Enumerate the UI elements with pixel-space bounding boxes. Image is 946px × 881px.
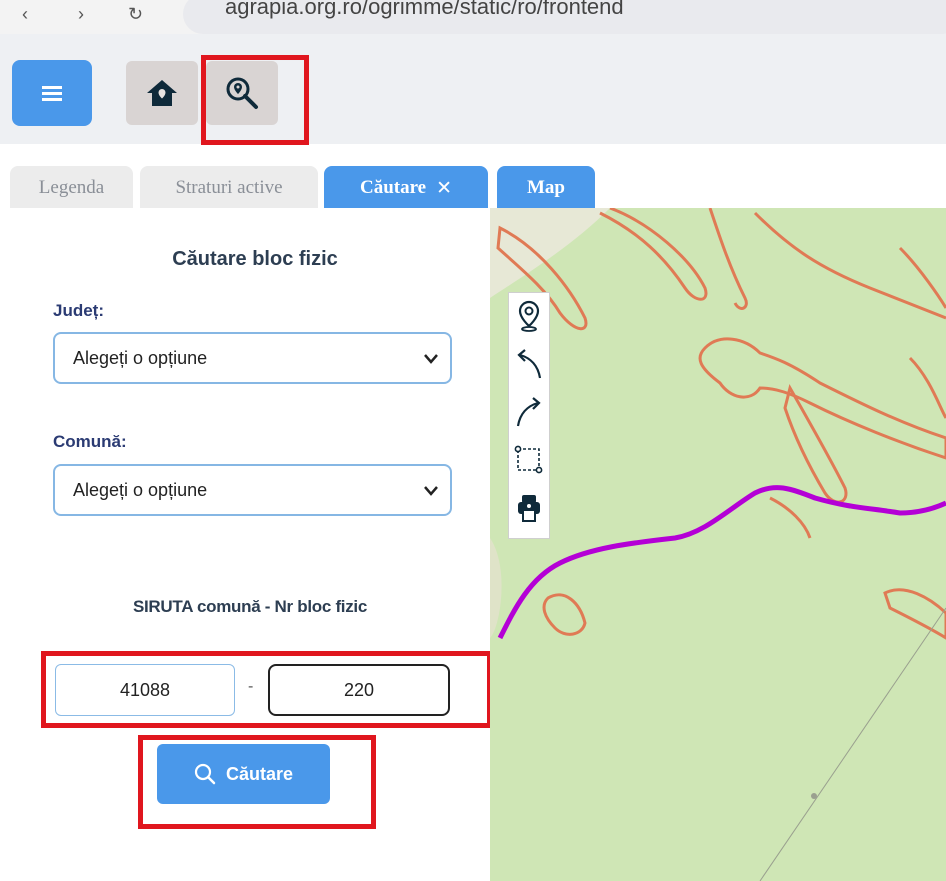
tab-cautare[interactable]: Căutare ✕ — [324, 166, 488, 210]
panel-title: Căutare bloc fizic — [172, 248, 338, 270]
comuna-select-value: Alegeți o opțiune — [73, 479, 208, 500]
chevron-down-icon — [424, 486, 438, 496]
tab-map[interactable]: Map — [497, 166, 595, 210]
tab-label: Map — [527, 177, 565, 198]
url-text: agrapia.org.ro/ogrimme/static/ro/fronten… — [225, 0, 624, 19]
chevron-down-icon — [424, 354, 438, 364]
location-pin-button[interactable] — [514, 297, 544, 335]
draw-rectangle-icon — [514, 445, 543, 474]
map-layer — [490, 208, 946, 881]
print-icon — [518, 495, 540, 522]
highlight-box-search-button — [138, 735, 376, 829]
comuna-label: Comună: — [53, 432, 127, 451]
close-icon[interactable]: ✕ — [436, 177, 452, 200]
tab-label: Straturi active — [175, 177, 283, 198]
highlight-box-search-tool — [201, 55, 309, 145]
judet-select-value: Alegeți o opțiune — [73, 347, 208, 368]
tab-straturi-active[interactable]: Straturi active — [140, 166, 318, 210]
tab-label: Căutare — [359, 177, 427, 198]
judet-label: Județ: — [53, 301, 104, 320]
undo-arrow-icon — [517, 349, 542, 379]
tab-legenda[interactable]: Legenda — [10, 166, 133, 210]
highlight-box-inputs — [41, 651, 492, 728]
print-button[interactable] — [514, 489, 544, 527]
menu-icon — [42, 86, 62, 101]
redo-button[interactable] — [514, 393, 544, 431]
map-canvas[interactable] — [490, 208, 946, 881]
draw-rectangle-button[interactable] — [514, 441, 544, 479]
home-icon — [147, 80, 177, 106]
browser-address-bar: ‹ › ↻ agrapia.org.ro/ogrimme/static/ro/f… — [0, 0, 946, 34]
comuna-select[interactable]: Alegeți o opțiune — [53, 464, 452, 516]
reload-icon[interactable]: ↻ — [128, 4, 143, 25]
tab-label: Legenda — [38, 177, 105, 198]
siruta-label: SIRUTA comună - Nr bloc fizic — [132, 597, 368, 616]
map-toolbar — [508, 292, 550, 539]
menu-button[interactable] — [12, 60, 92, 126]
redo-arrow-icon — [516, 397, 541, 427]
home-button[interactable] — [126, 61, 198, 125]
undo-button[interactable] — [514, 345, 544, 383]
location-pin-icon — [518, 300, 540, 332]
forward-icon[interactable]: › — [78, 4, 84, 25]
back-icon[interactable]: ‹ — [22, 4, 28, 25]
judet-select[interactable]: Alegeți o opțiune — [53, 332, 452, 384]
